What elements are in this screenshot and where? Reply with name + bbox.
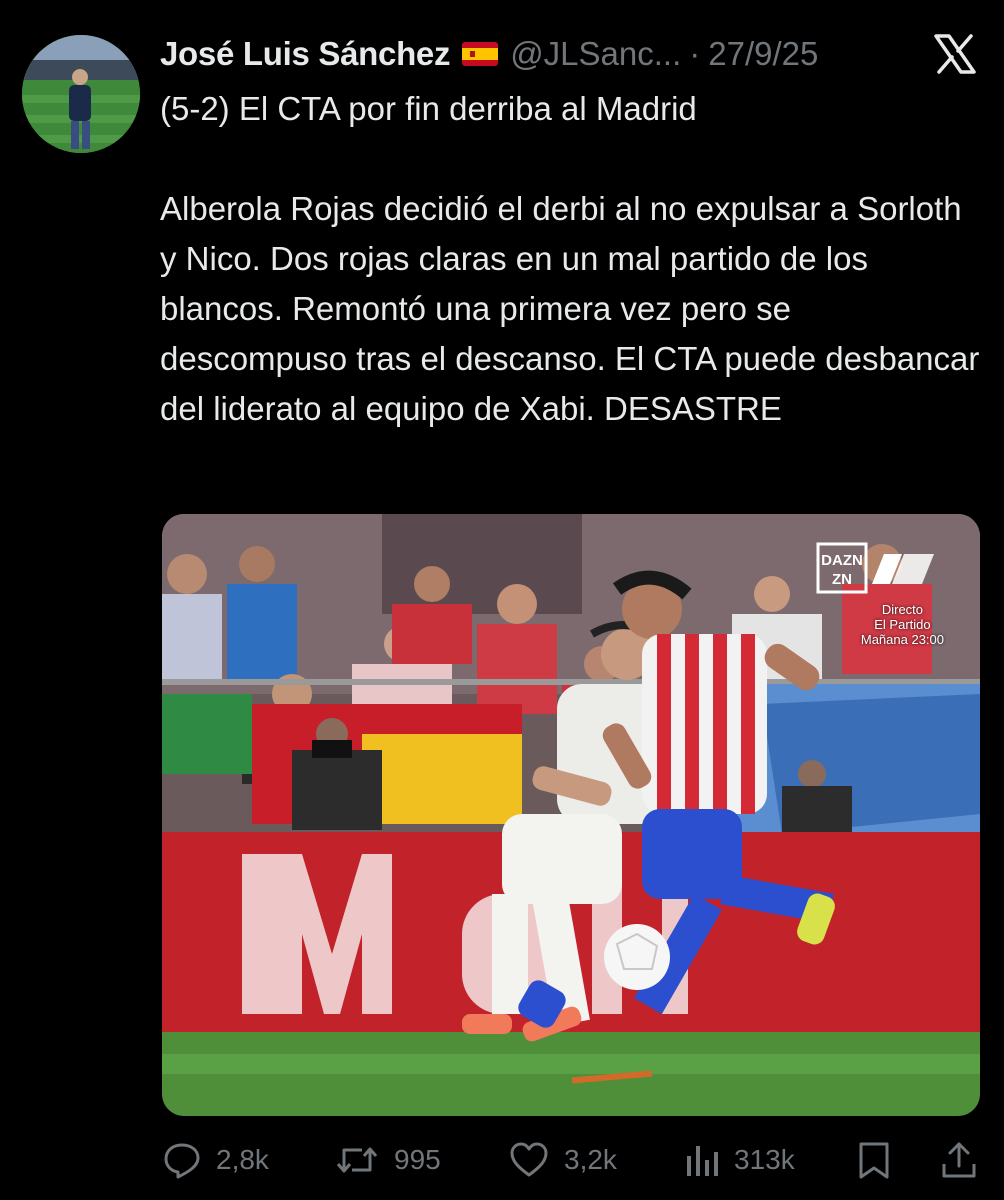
bookmark-icon: [856, 1140, 892, 1180]
like-button[interactable]: 3,2k: [508, 1138, 617, 1182]
avatar-photo: [22, 35, 140, 153]
x-logo-icon: [934, 34, 976, 74]
tweet-action-bar: 2,8k 995 3,2k 313k: [160, 1138, 980, 1182]
reply-button[interactable]: 2,8k: [162, 1138, 269, 1182]
broadcast-schedule-label: Directo El Partido Mañana 23:00: [861, 602, 944, 647]
views-count: 313k: [734, 1144, 795, 1175]
repost-icon: [334, 1140, 380, 1180]
broadcast-line2: El Partido: [874, 617, 931, 632]
tweet-text-body: Alberola Rojas decidió el derbi al no ex…: [160, 190, 980, 427]
football-match-photo: DAZN ZN: [162, 514, 980, 1116]
like-count: 3,2k: [564, 1144, 617, 1175]
author-display-name[interactable]: José Luis Sánchez: [160, 35, 450, 73]
bookmark-button[interactable]: [856, 1138, 892, 1182]
author-handle[interactable]: @JLSanc...: [510, 35, 681, 73]
svg-text:ZN: ZN: [832, 571, 852, 588]
views-icon: [684, 1140, 720, 1180]
tweet-media-image[interactable]: DAZN ZN Directo El Partido Mañana 23:00: [162, 514, 980, 1116]
repost-count: 995: [394, 1144, 441, 1175]
broadcast-line1: Directo: [881, 602, 924, 617]
share-button[interactable]: [940, 1138, 978, 1182]
heart-icon: [508, 1140, 550, 1180]
tweet-date[interactable]: 27/9/25: [708, 35, 818, 73]
reply-icon: [162, 1140, 202, 1180]
tweet-text: (5-2) El CTA por fin derriba al Madrid A…: [160, 84, 980, 434]
author-avatar[interactable]: [22, 35, 140, 153]
tweet-header: José Luis Sánchez @JLSanc... · 27/9/25: [160, 32, 920, 76]
share-icon: [940, 1140, 978, 1180]
spain-flag-icon: [462, 42, 499, 66]
tweet-text-headline: (5-2) El CTA por fin derriba al Madrid: [160, 90, 697, 127]
repost-button[interactable]: 995: [334, 1138, 441, 1182]
views-button[interactable]: 313k: [684, 1138, 795, 1182]
broadcast-line3: Mañana 23:00: [860, 632, 944, 647]
reply-count: 2,8k: [216, 1144, 269, 1175]
header-separator: ·: [689, 35, 701, 72]
dazn-logo: DAZN: [821, 552, 863, 569]
